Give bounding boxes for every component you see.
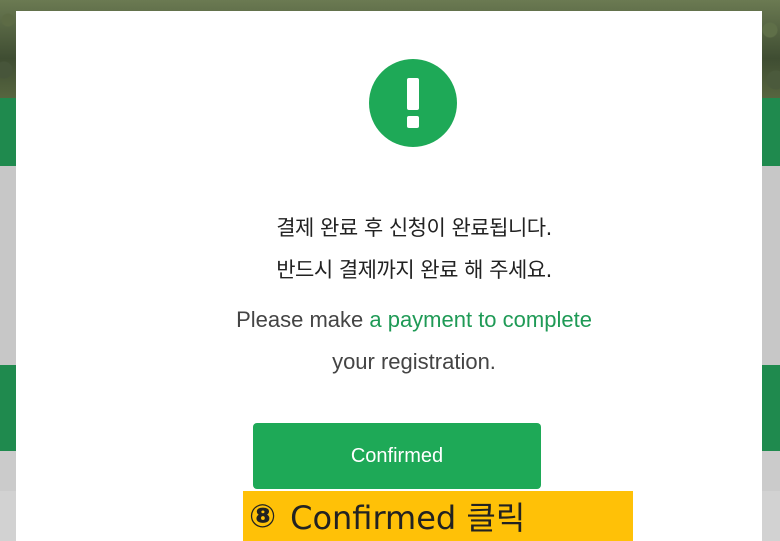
step-annotation-label: ⑧ Confirmed 클릭 — [243, 491, 633, 541]
message-korean-line-2: 반드시 결제까지 완료 해 주세요. — [276, 258, 552, 282]
payment-notice-modal: 결제 완료 후 신청이 완료됩니다. 반드시 결제까지 완료 해 주세요. Pl… — [16, 11, 762, 541]
message-english-line-2: your registration. — [332, 349, 496, 374]
message-english-prefix: Please make — [236, 307, 370, 332]
confirmed-button[interactable]: Confirmed — [253, 423, 541, 489]
message-english-line-1: Please make a payment to complete — [16, 307, 780, 333]
step-instruction: Confirmed 클릭 — [290, 499, 526, 537]
step-number: ⑧ — [249, 497, 277, 535]
message-korean-line-1: 결제 완료 후 신청이 완료됩니다. — [276, 216, 552, 240]
exclamation-icon — [369, 59, 457, 147]
message-english-accent: a payment to complete — [369, 307, 592, 332]
